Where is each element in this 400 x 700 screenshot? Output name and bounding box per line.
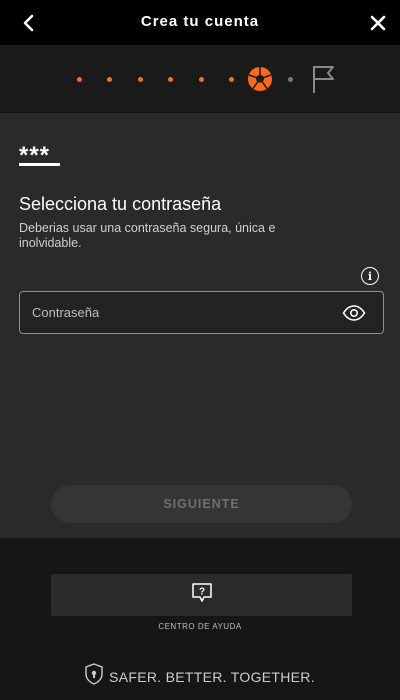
flag-icon <box>311 64 337 94</box>
step-dot-completed <box>168 77 173 82</box>
password-field <box>19 291 384 334</box>
slogan: SAFER. BETTER. TOGETHER. <box>0 663 400 690</box>
form-heading: Selecciona tu contraseña <box>19 194 222 214</box>
help-center-label: CENTRO DE AYUDA <box>158 622 242 631</box>
eye-icon[interactable] <box>341 302 367 324</box>
soccer-ball-icon <box>247 66 273 92</box>
help-chat-icon: ? <box>191 582 213 609</box>
password-input[interactable] <box>32 292 332 333</box>
step-dot-completed <box>199 77 204 82</box>
help-center-button[interactable]: ? <box>51 574 352 616</box>
step-dot-remaining <box>288 77 293 82</box>
close-icon[interactable] <box>366 11 390 35</box>
step-dot-completed <box>229 77 234 82</box>
top-bar: Crea tu cuenta <box>0 0 400 45</box>
page-title: Crea tu cuenta <box>140 13 260 30</box>
step-dot-completed <box>77 77 82 82</box>
form-description: Deberias usar una contraseña segura, úni… <box>19 221 276 250</box>
svg-text:?: ? <box>198 586 204 597</box>
step-dot-completed <box>107 77 112 82</box>
slogan-text: SAFER. BETTER. TOGETHER. <box>109 668 315 685</box>
step-dot-completed <box>138 77 143 82</box>
logo-underline <box>19 163 60 166</box>
shield-lock-icon <box>85 663 103 690</box>
next-button[interactable]: SIGUIENTE <box>51 485 352 523</box>
info-icon[interactable]: i <box>361 267 379 285</box>
